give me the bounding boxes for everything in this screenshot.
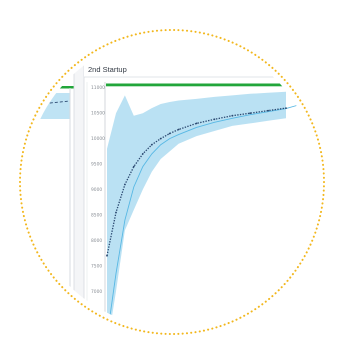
mean-point xyxy=(231,114,234,117)
mean-point xyxy=(124,183,126,186)
mean-point xyxy=(141,153,144,155)
y-tick-label: 11000 xyxy=(91,85,105,91)
mean-point xyxy=(132,165,135,168)
y-tick-label: 6500 xyxy=(91,314,102,320)
mean-point xyxy=(195,122,198,125)
status-strip-green xyxy=(106,83,318,87)
view-background xyxy=(26,36,318,328)
mean-point xyxy=(159,137,162,140)
y-tick-label: 8500 xyxy=(91,213,102,219)
y-tick-label: 10500 xyxy=(91,111,105,117)
mean-point xyxy=(213,118,216,121)
left-panel-band xyxy=(26,93,70,119)
panel-title: 2nd Startup xyxy=(88,65,127,74)
mean-point xyxy=(150,143,153,146)
mean-point xyxy=(106,254,108,257)
mean-point xyxy=(285,107,287,109)
mean-point xyxy=(115,211,117,214)
y-tick-label: 9500 xyxy=(91,162,102,168)
panel-splitter[interactable] xyxy=(73,59,85,357)
y-tick-label: 6000 xyxy=(91,340,102,346)
y-tick-label: 7000 xyxy=(91,289,102,295)
y-tick-label: 7500 xyxy=(91,263,102,269)
mean-point xyxy=(177,128,180,131)
magnified-view: 2nd Startup 11000 10500 10000 9500 9000 8500 8… xyxy=(26,36,318,357)
y-tick-label: 8000 xyxy=(91,238,102,244)
chart-stage: 2nd Startup 11000 10500 10000 9500 9000 8500 8… xyxy=(19,29,325,357)
mean-point xyxy=(267,109,269,112)
y-tick-label: 9000 xyxy=(91,187,102,193)
mean-point xyxy=(168,132,171,135)
mean-point xyxy=(249,112,252,115)
y-tick-label: 10000 xyxy=(91,136,105,142)
left-panel-green-bar xyxy=(26,86,76,89)
